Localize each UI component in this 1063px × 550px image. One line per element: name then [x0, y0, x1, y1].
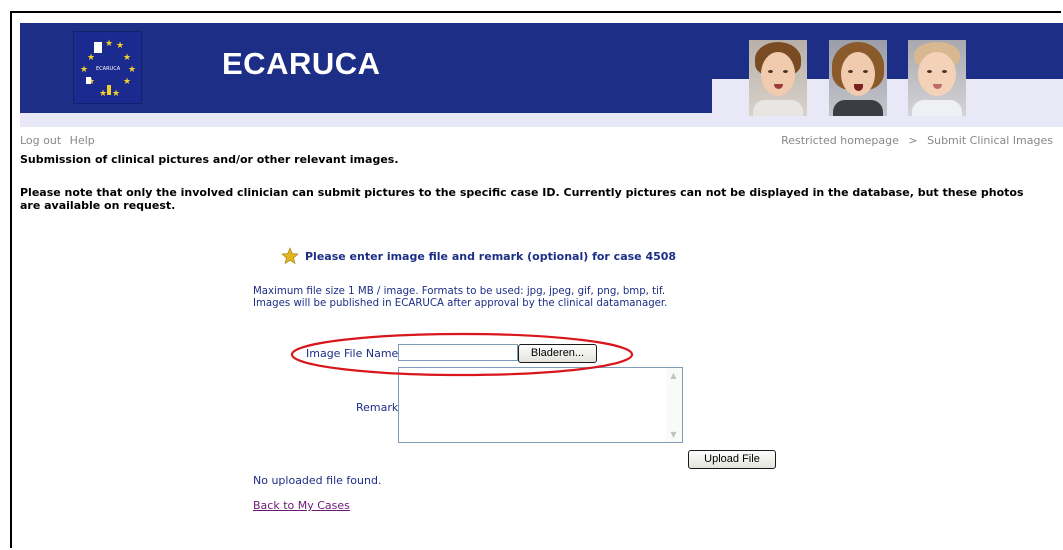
- upload-info: Maximum file size 1 MB / image. Formats …: [253, 286, 667, 310]
- site-title: ECARUCA: [222, 46, 381, 81]
- logo-star: ★: [99, 89, 108, 99]
- top-nav: Log out Help: [20, 134, 100, 147]
- remark-label: Remark: [356, 401, 399, 414]
- header-photo: [749, 40, 807, 116]
- image-file-label: Image File Name: [306, 347, 399, 360]
- logo-figure: [107, 85, 111, 95]
- page-heading: Submission of clinical pictures and/or o…: [20, 153, 399, 166]
- image-file-input[interactable]: [398, 344, 518, 361]
- logout-link[interactable]: Log out: [20, 134, 61, 147]
- logo-star: ★: [105, 39, 114, 49]
- logo-figure: [86, 77, 91, 84]
- upload-status: No uploaded file found.: [253, 474, 382, 487]
- logo-star: ★: [123, 53, 132, 63]
- logo-star: ★: [116, 41, 125, 51]
- scroll-up-icon[interactable]: ▲: [669, 371, 678, 380]
- breadcrumb: Restricted homepage > Submit Clinical Im…: [781, 134, 1053, 147]
- logo-text: ECARUCA: [96, 66, 121, 72]
- header-photo: [908, 40, 966, 116]
- logo-star: ★: [80, 65, 89, 75]
- form-title: Please enter image file and remark (opti…: [305, 250, 677, 263]
- info-line: Images will be published in ECARUCA afte…: [253, 298, 668, 309]
- upload-file-button[interactable]: Upload File: [688, 450, 776, 469]
- back-to-cases-link[interactable]: Back to My Cases: [253, 499, 350, 512]
- info-line: Maximum file size 1 MB / image. Formats …: [253, 286, 666, 297]
- remark-textarea[interactable]: ▲ ▼: [398, 367, 683, 443]
- logo-star: ★: [112, 89, 121, 99]
- logo-square: [94, 42, 102, 53]
- star-icon: [281, 247, 299, 265]
- breadcrumb-home[interactable]: Restricted homepage: [781, 134, 899, 147]
- ecaruca-logo: ★ ★ ★ ★ ★ ★ ★ ★ ★ ★ ECARUCA: [73, 31, 142, 104]
- help-link[interactable]: Help: [70, 134, 95, 147]
- header-photo: [829, 40, 887, 116]
- breadcrumb-separator: >: [908, 134, 918, 147]
- remark-scrollbar[interactable]: ▲ ▼: [666, 368, 682, 442]
- page-note: Please note that only the involved clini…: [20, 186, 1024, 212]
- scroll-down-icon[interactable]: ▼: [669, 430, 678, 439]
- header-strip: [20, 113, 1063, 127]
- logo-star: ★: [87, 53, 96, 63]
- browse-button[interactable]: Bladeren...: [518, 344, 597, 363]
- breadcrumb-current: Submit Clinical Images: [927, 134, 1053, 147]
- logo-star: ★: [123, 77, 132, 87]
- logo-star: ★: [128, 65, 137, 75]
